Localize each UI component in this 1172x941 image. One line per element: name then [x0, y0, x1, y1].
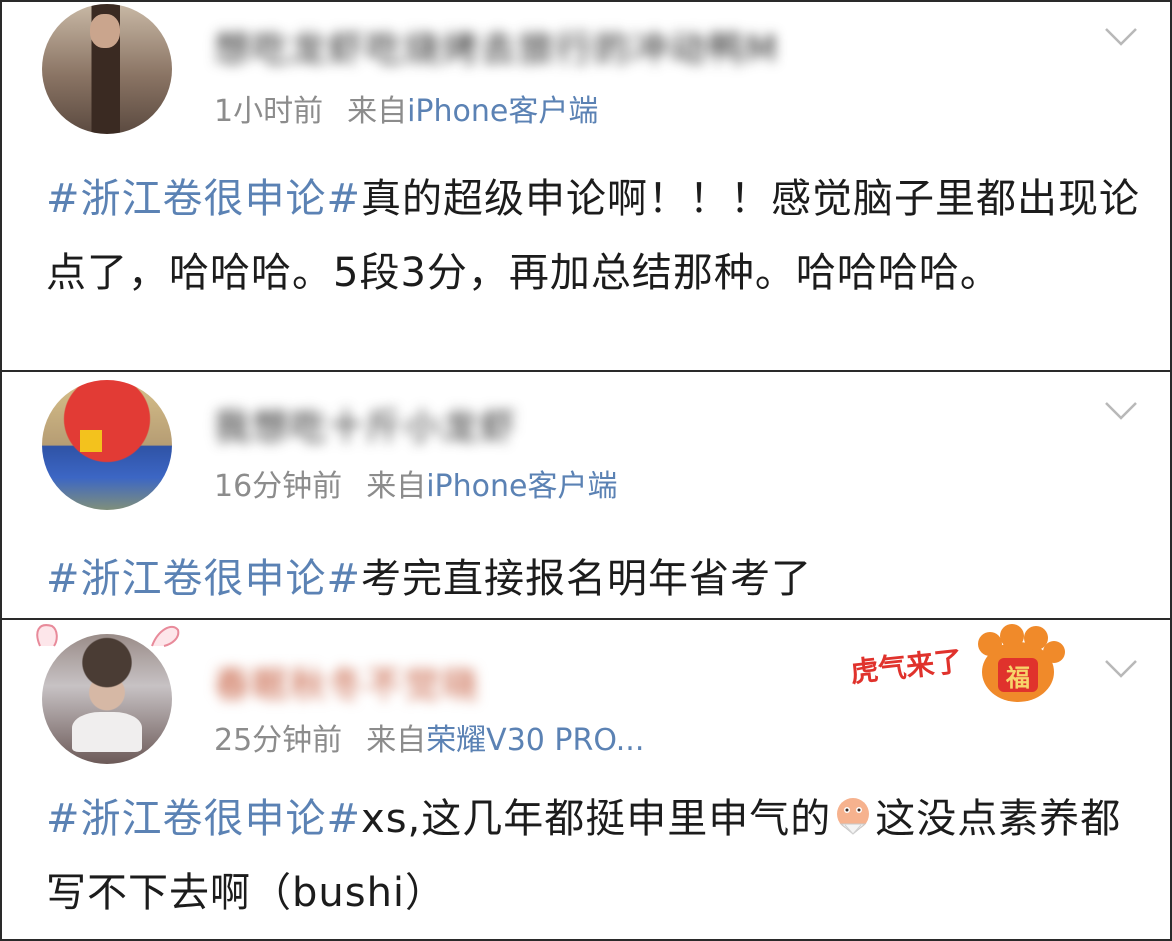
fan-emoji-icon	[837, 798, 870, 835]
source-prefix: 来自	[366, 723, 427, 758]
post-text-content: 考完直接报名明年省考了	[361, 556, 813, 602]
post-time: 25分钟前	[214, 723, 343, 758]
post-text: #浙江卷很申论#真的超级申论啊！！！感觉脑子里都出现论点了，哈哈哈。5段3分，再…	[46, 162, 1146, 310]
post-card: 想吃龙虾吃烧烤去旅行的冲动鸭M 1小时前 来自iPhone客户端 #浙江卷很申论#…	[2, 2, 1170, 372]
post-time: 1小时前	[214, 94, 324, 129]
post-text: #浙江卷很申论#xs,这几年都挺申里申气的 这没点素养都写不下去啊（bushi）	[46, 782, 1146, 930]
weibo-comment-feed: 想吃龙虾吃烧烤去旅行的冲动鸭M 1小时前 来自iPhone客户端 #浙江卷很申论#…	[0, 0, 1172, 941]
user-avatar-icon[interactable]	[42, 4, 172, 134]
chevron-down-icon[interactable]	[1104, 658, 1138, 680]
source-client-link[interactable]: iPhone客户端	[426, 469, 617, 504]
svg-text:虎气来了: 虎气来了	[849, 645, 964, 688]
post-card: 我想吃十斤小龙虾 16分钟前 来自iPhone客户端 #浙江卷很申论#考完直接报名…	[2, 372, 1170, 620]
post-text-content: xs,这几年都挺申里申气的	[361, 796, 832, 842]
post-card: 春眠秋冬不觉晓 25分钟前 来自荣耀V30 PRO... 虎气来了 福 #浙江卷很…	[2, 620, 1170, 939]
post-meta: 1小时前 来自iPhone客户端	[214, 92, 598, 132]
user-avatar-icon[interactable]	[42, 380, 172, 510]
tiger-badge-icon: 虎气来了 福	[849, 624, 1065, 702]
username[interactable]: 春眠秋冬不觉晓	[214, 660, 694, 706]
chevron-down-icon[interactable]	[1104, 26, 1138, 48]
source-prefix: 来自	[366, 469, 427, 504]
post-meta: 16分钟前 来自iPhone客户端	[214, 467, 617, 507]
username[interactable]: 我想吃十斤小龙虾	[214, 402, 634, 448]
chevron-down-icon[interactable]	[1104, 400, 1138, 422]
username[interactable]: 想吃龙虾吃烧烤去旅行的冲动鸭M	[214, 24, 954, 70]
hashtag-link[interactable]: #浙江卷很申论#	[46, 556, 361, 602]
source-prefix: 来自	[347, 94, 408, 129]
hashtag-link[interactable]: #浙江卷很申论#	[46, 176, 361, 222]
source-client-link[interactable]: iPhone客户端	[407, 94, 598, 129]
post-meta: 25分钟前 来自荣耀V30 PRO...	[214, 721, 644, 761]
post-text: #浙江卷很申论#考完直接报名明年省考了	[46, 542, 1146, 616]
hashtag-link[interactable]: #浙江卷很申论#	[46, 796, 361, 842]
user-avatar-icon[interactable]	[42, 634, 172, 764]
source-client-link[interactable]: 荣耀V30 PRO...	[426, 723, 644, 758]
svg-text:福: 福	[1005, 665, 1030, 692]
post-time: 16分钟前	[214, 469, 343, 504]
